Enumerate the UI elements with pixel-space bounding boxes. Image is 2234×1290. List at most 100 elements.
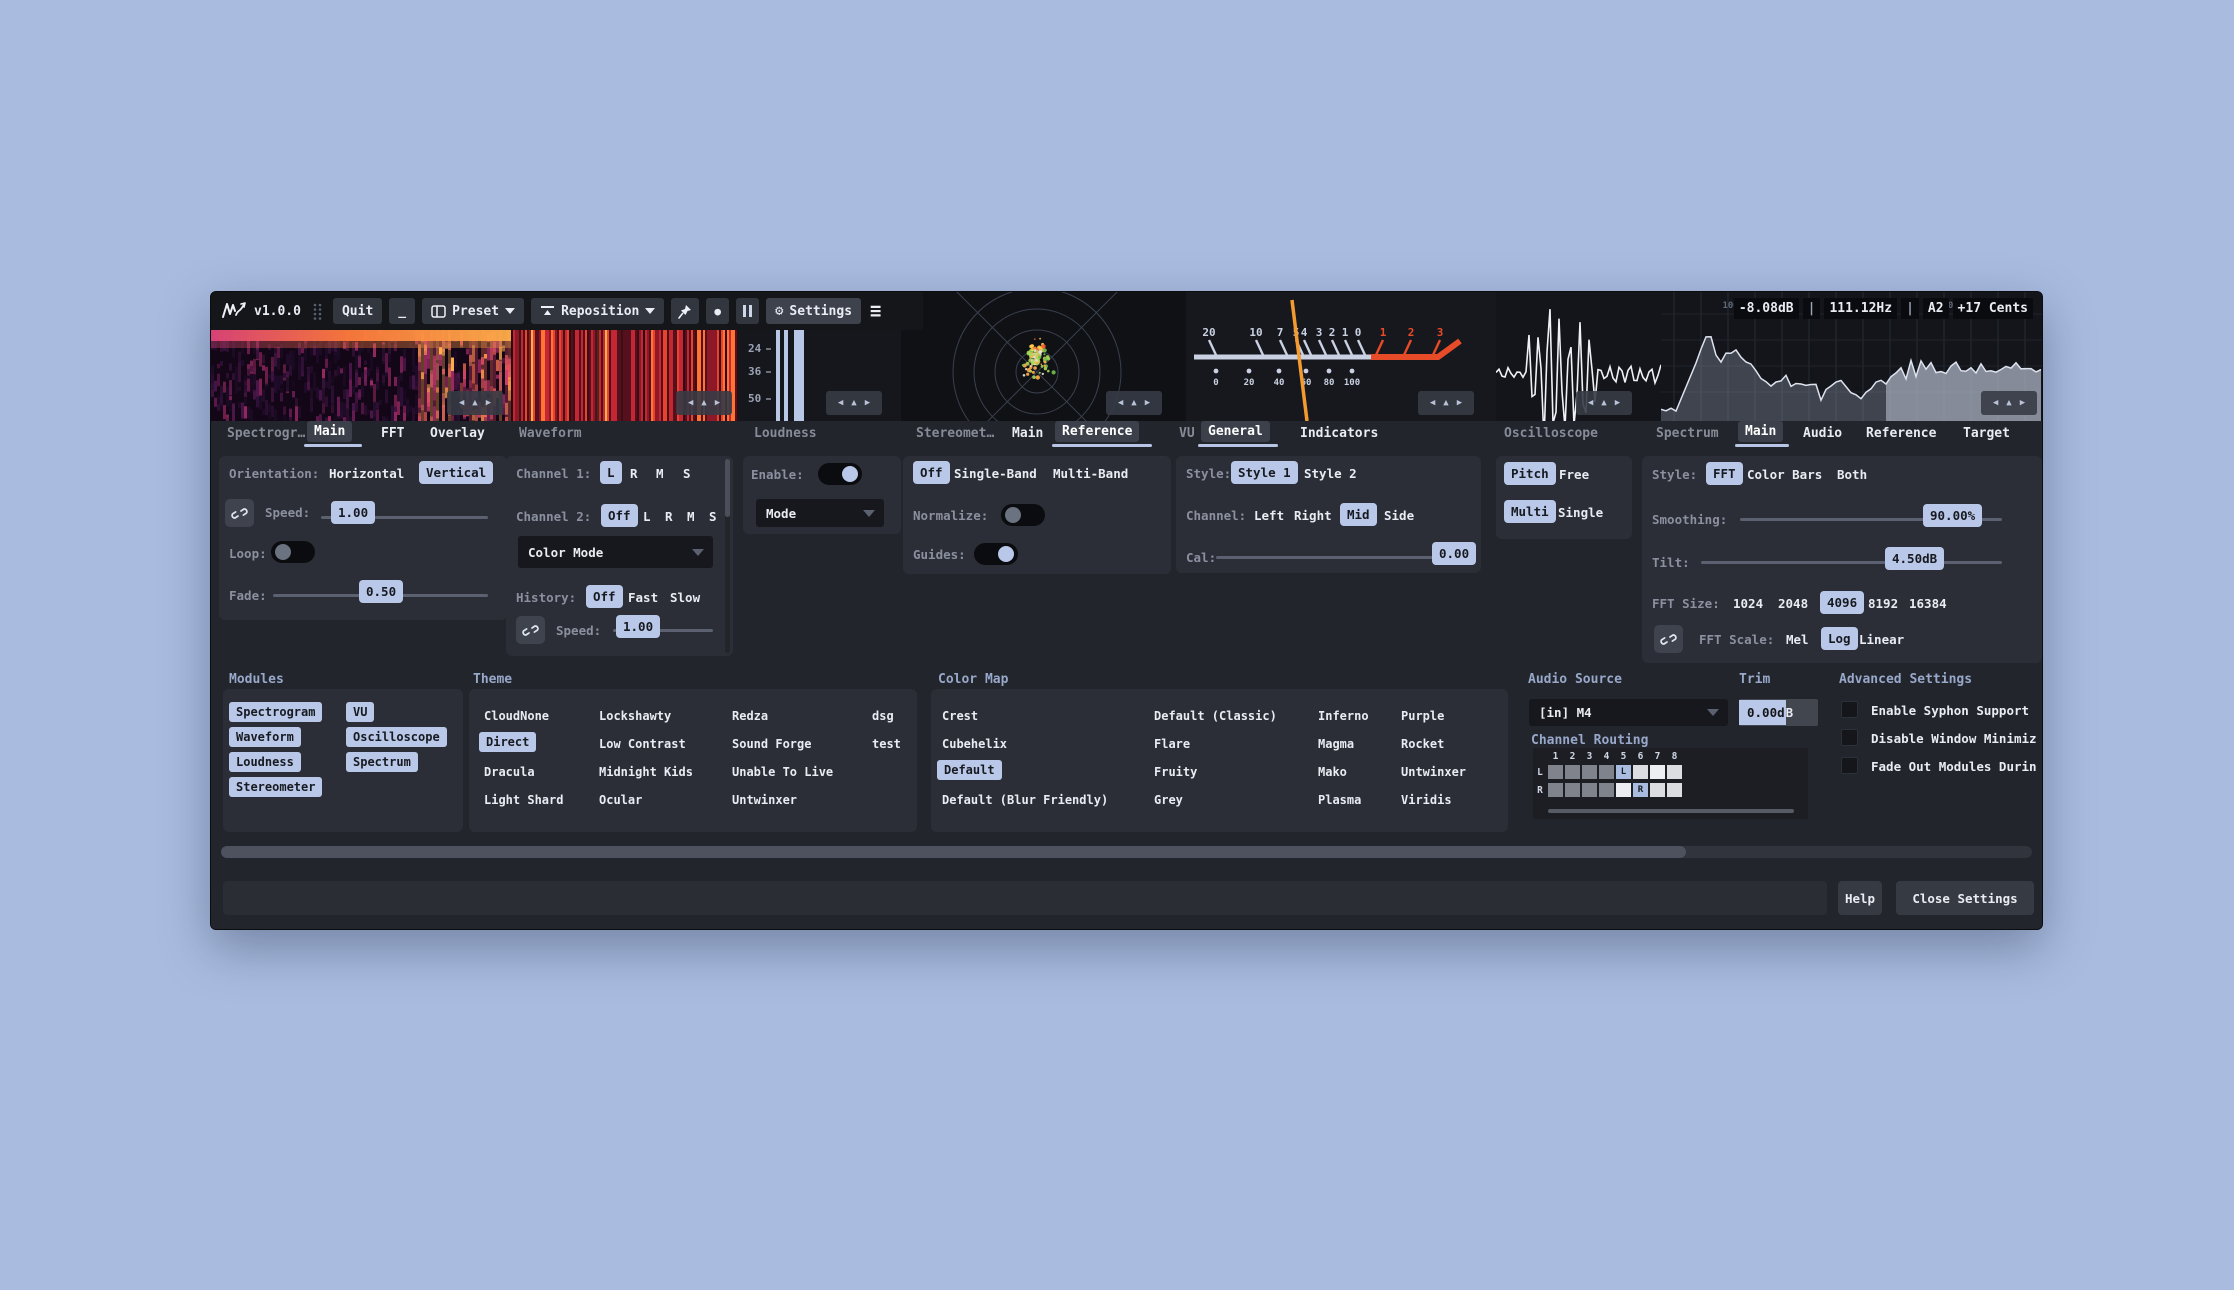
tab-spectrogram-overlay[interactable]: Overlay [430,426,485,441]
theme-item[interactable]: Lockshawty [599,709,671,723]
quit-button[interactable]: Quit [333,298,382,324]
spectrogram-transport[interactable]: ◀ ▲ ▶ [447,391,503,415]
routing-cell[interactable] [1582,765,1597,779]
trim-input[interactable]: 0.00d B [1739,699,1818,726]
speed-value[interactable]: 1.00 [331,501,375,524]
routing-cell[interactable] [1650,765,1665,779]
module-spectrogram[interactable]: Spectrogram [229,702,322,722]
tab-group-loudness[interactable]: Loudness [754,426,817,441]
routing-scrollbar[interactable] [1548,809,1794,813]
fft-size-1024[interactable]: 1024 [1733,596,1763,611]
normalize-toggle[interactable] [1001,504,1045,526]
tab-group-waveform[interactable]: Waveform [519,426,582,441]
vu-transport[interactable]: ◀ ▲ ▶ [1418,391,1474,415]
drag-grip-icon[interactable] [312,302,322,320]
theme-item[interactable]: Redza [732,709,768,723]
fft-size-8192[interactable]: 8192 [1868,596,1898,611]
module-vu[interactable]: VU [346,702,374,722]
settings-scrollbar-thumb[interactable] [221,846,1686,858]
cal-value[interactable]: 0.00 [1432,542,1476,565]
settings-scrollbar[interactable] [221,846,2032,858]
vu-channel-mid[interactable]: Mid [1340,503,1377,526]
step-forward-icon[interactable]: ▶ [1615,398,1620,408]
settings-button[interactable]: ⚙ Settings [766,298,861,324]
spectrum-transport[interactable]: ◀ ▲ ▶ [1981,391,2037,415]
colormap-item[interactable]: Mako [1318,765,1347,779]
vu-style-1[interactable]: Style 1 [1231,461,1298,484]
stereometer-viz[interactable]: ◀ ▲ ▶ [901,292,1187,421]
ch1-option-s[interactable]: S [683,466,691,481]
routing-cell[interactable] [1599,765,1614,779]
ch2-option-s[interactable]: S [709,509,717,524]
loudness-enable-toggle[interactable] [818,463,862,485]
step-forward-icon[interactable]: ▶ [1145,398,1150,408]
minimize-button[interactable]: _ [389,298,415,324]
colormap-item[interactable]: Plasma [1318,793,1361,807]
spectrum-style-both[interactable]: Both [1837,467,1867,482]
vu-channel-side[interactable]: Side [1384,508,1414,523]
step-backward-icon[interactable]: ◀ [1430,398,1435,408]
osc-mode-pitch[interactable]: Pitch [1504,462,1556,485]
theme-item[interactable]: Untwinxer [732,793,797,807]
routing-cell[interactable] [1548,765,1563,779]
color-mode-dropdown[interactable]: Color Mode [518,536,713,568]
oscilloscope-viz[interactable]: ◀ ▲ ▶ [1496,292,1662,421]
step-up-icon[interactable]: ▲ [701,398,706,408]
history-fast[interactable]: Fast [628,590,658,605]
pause-button[interactable] [736,298,759,324]
reposition-button[interactable]: Reposition [531,298,664,324]
theme-item-selected[interactable]: Direct [479,732,536,752]
waveform-speed-value[interactable]: 1.00 [616,615,660,638]
stereometer-multi-band[interactable]: Multi-Band [1053,466,1128,481]
module-spectrum[interactable]: Spectrum [346,752,418,772]
fft-scale-mel[interactable]: Mel [1786,632,1809,647]
fade-value[interactable]: 0.50 [359,580,403,603]
ch1-option-r[interactable]: R [630,466,638,481]
colormap-item[interactable]: Grey [1154,793,1183,807]
colormap-item[interactable]: Inferno [1318,709,1369,723]
tab-vu-general[interactable]: General [1201,421,1270,442]
ch2-option-l[interactable]: L [643,509,651,524]
fft-scale-linear[interactable]: Linear [1859,632,1904,647]
vu-style-2[interactable]: Style 2 [1304,466,1357,481]
step-up-icon[interactable]: ▲ [851,398,856,408]
colormap-item[interactable]: Crest [942,709,978,723]
window-minimize-checkbox[interactable] [1841,729,1858,746]
step-backward-icon[interactable]: ◀ [838,398,843,408]
step-backward-icon[interactable]: ◀ [459,398,464,408]
tab-spectrum-reference[interactable]: Reference [1866,426,1936,441]
record-button[interactable]: ● [706,298,729,324]
tab-spectrum-main[interactable]: Main [1738,421,1783,442]
waveform-transport[interactable]: ◀ ▲ ▶ [676,391,732,415]
step-up-icon[interactable]: ▲ [1601,398,1606,408]
fft-size-16384[interactable]: 16384 [1909,596,1947,611]
osc-mode-free[interactable]: Free [1559,467,1589,482]
fade-out-modules-checkbox[interactable] [1841,757,1858,774]
osc-trace-multi[interactable]: Multi [1504,500,1556,523]
loop-toggle[interactable] [271,541,315,563]
tab-stereometer-main[interactable]: Main [1012,426,1043,441]
oscilloscope-transport[interactable]: ◀ ▲ ▶ [1576,391,1632,415]
routing-cell-l-assigned[interactable]: L [1616,765,1631,779]
module-oscilloscope[interactable]: Oscilloscope [346,727,447,747]
module-waveform[interactable]: Waveform [229,727,301,747]
theme-item[interactable]: Ocular [599,793,642,807]
theme-item[interactable]: Light Shard [484,793,563,807]
routing-cell[interactable] [1565,783,1580,797]
step-up-icon[interactable]: ▲ [1131,398,1136,408]
colormap-item-selected[interactable]: Default [937,760,1002,780]
vu-channel-left[interactable]: Left [1254,508,1284,523]
fft-size-2048[interactable]: 2048 [1778,596,1808,611]
theme-item[interactable]: Sound Forge [732,737,811,751]
smoothing-value[interactable]: 90.00% [1923,504,1982,527]
menu-icon[interactable]: ≡ [870,300,881,322]
routing-cell[interactable] [1599,783,1614,797]
tab-spectrogram-main[interactable]: Main [307,421,352,442]
routing-cell[interactable] [1582,783,1597,797]
colormap-item[interactable]: Fruity [1154,765,1197,779]
module-stereometer[interactable]: Stereometer [229,777,322,797]
tab-vu-indicators[interactable]: Indicators [1300,426,1378,441]
vu-channel-right[interactable]: Right [1294,508,1332,523]
colormap-item[interactable]: Untwinxer [1401,765,1466,779]
stereometer-off[interactable]: Off [913,461,950,484]
